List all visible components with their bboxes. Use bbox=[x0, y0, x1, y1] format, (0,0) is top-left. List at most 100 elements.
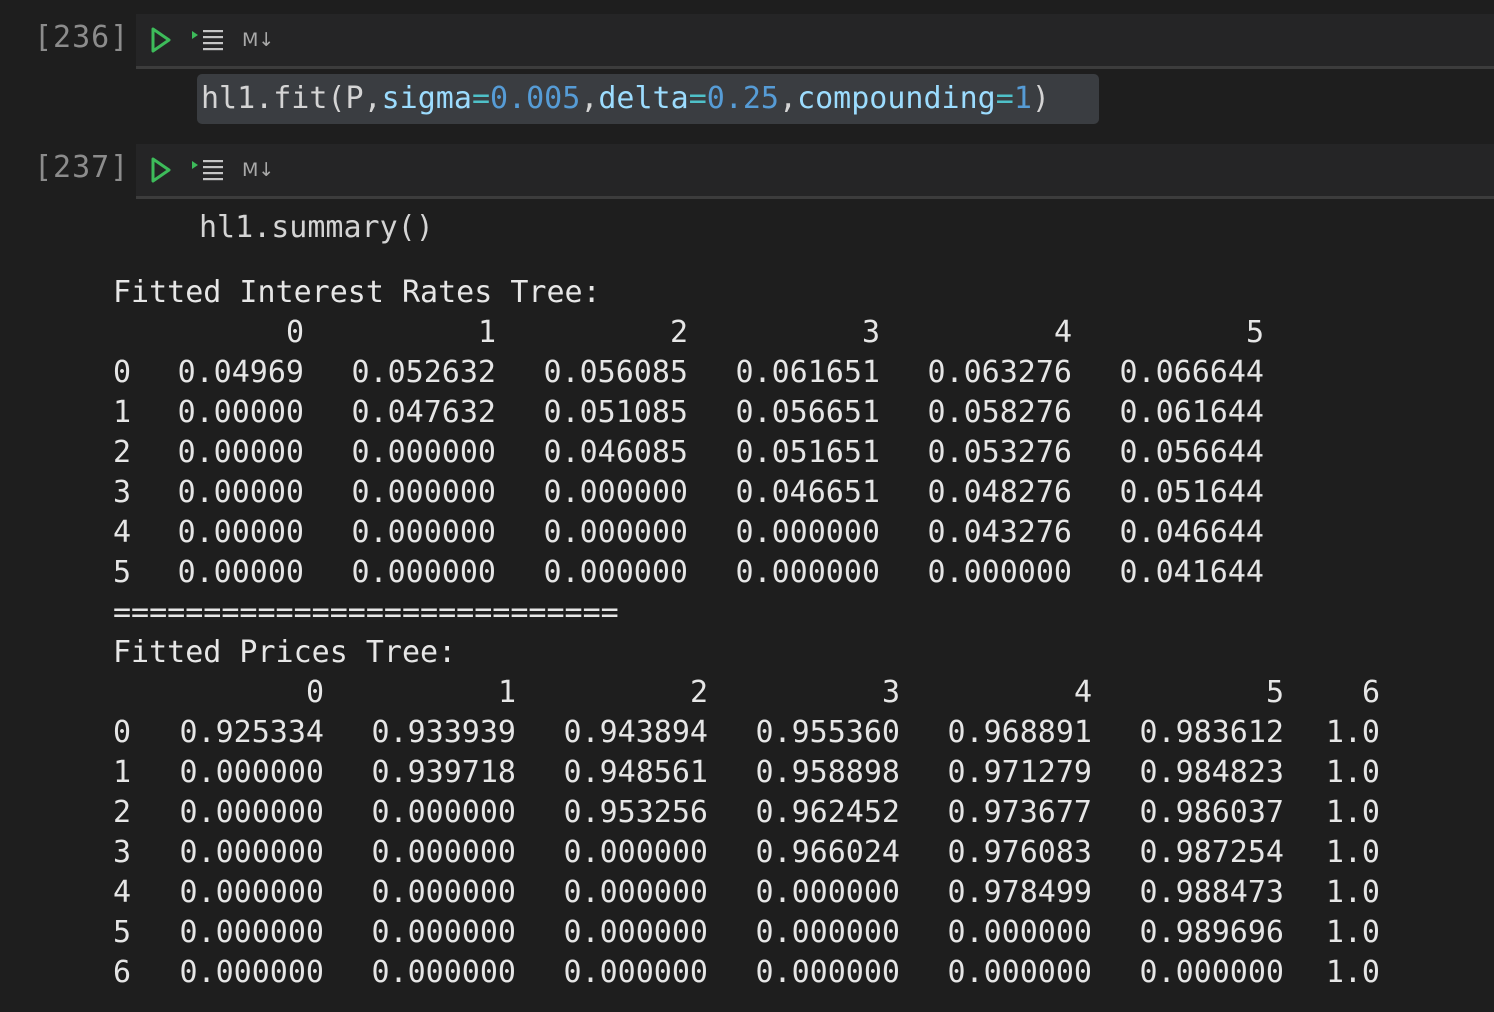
table-cell: 0.000000 bbox=[179, 875, 325, 910]
table-column-header: 1 bbox=[497, 675, 516, 710]
table-cell: 0.000000 bbox=[351, 475, 497, 510]
execute-below-icon[interactable] bbox=[191, 157, 225, 183]
table-cell: 0.048276 bbox=[927, 475, 1073, 510]
table-cell: 0.939718 bbox=[371, 755, 517, 790]
table-cell: 0.046644 bbox=[1119, 515, 1265, 550]
table-row-index: 1 bbox=[113, 755, 132, 790]
code-close-paren: ) bbox=[1031, 81, 1050, 116]
table-column-header: 3 bbox=[861, 315, 880, 350]
table-cell: 0.051085 bbox=[543, 395, 689, 430]
code-value-compounding: 1 bbox=[1013, 81, 1032, 116]
code-param-sigma: sigma bbox=[381, 81, 472, 116]
cell-toolbar bbox=[136, 14, 1494, 68]
table-cell: 0.00000 bbox=[177, 555, 304, 590]
table-row-index: 4 bbox=[113, 515, 132, 550]
code-arg: P bbox=[345, 81, 364, 116]
table-cell: 0.948561 bbox=[563, 755, 709, 790]
table-cell: 1.0 bbox=[1325, 715, 1380, 750]
table-cell: 0.955360 bbox=[755, 715, 901, 750]
table-row-index: 0 bbox=[113, 355, 132, 390]
table-row-index: 1 bbox=[113, 395, 132, 430]
prices-tree-title: Fitted Prices Tree: bbox=[113, 635, 457, 670]
table-column-header: 6 bbox=[1361, 675, 1380, 710]
code-param-compounding: compounding bbox=[797, 81, 996, 116]
table-cell: 0.000000 bbox=[947, 955, 1093, 990]
table-cell: 0.00000 bbox=[177, 515, 304, 550]
table-cell: 0.000000 bbox=[371, 835, 517, 870]
table-column-header: 3 bbox=[881, 675, 900, 710]
code-equals: = bbox=[471, 81, 490, 116]
table-column-header: 5 bbox=[1245, 315, 1264, 350]
table-cell: 0.04969 bbox=[177, 355, 304, 390]
execute-below-icon[interactable] bbox=[191, 27, 225, 53]
table-cell: 0.000000 bbox=[179, 955, 325, 990]
table-cell: 0.061651 bbox=[735, 355, 881, 390]
table-cell: 0.000000 bbox=[755, 875, 901, 910]
table-cell: 0.000000 bbox=[563, 915, 709, 950]
cell-divider bbox=[136, 196, 1494, 199]
table-cell: 0.041644 bbox=[1119, 555, 1265, 590]
code-editor[interactable]: hl1.fit(P,sigma=0.005,delta=0.25,compoun… bbox=[197, 74, 1099, 124]
table-cell: 0.000000 bbox=[179, 915, 325, 950]
table-cell: 0.000000 bbox=[1139, 955, 1285, 990]
table-cell: 0.00000 bbox=[177, 475, 304, 510]
table-cell: 0.043276 bbox=[927, 515, 1073, 550]
table-row-index: 0 bbox=[113, 715, 132, 750]
table-cell: 1.0 bbox=[1325, 835, 1380, 870]
table-cell: 0.056644 bbox=[1119, 435, 1265, 470]
code-comma: , bbox=[580, 81, 599, 116]
table-cell: 0.000000 bbox=[735, 515, 881, 550]
table-cell: 0.000000 bbox=[371, 875, 517, 910]
table-column-header: 1 bbox=[477, 315, 496, 350]
table-cell: 0.000000 bbox=[755, 955, 901, 990]
run-cell-icon[interactable] bbox=[150, 157, 172, 183]
table-cell: 0.000000 bbox=[179, 835, 325, 870]
table-cell: 0.000000 bbox=[927, 555, 1073, 590]
table-cell: 0.953256 bbox=[563, 795, 709, 830]
table-row-index: 4 bbox=[113, 875, 132, 910]
table-cell: 0.958898 bbox=[755, 755, 901, 790]
table-cell: 1.0 bbox=[1325, 955, 1380, 990]
table-cell: 0.000000 bbox=[371, 915, 517, 950]
code-equals: = bbox=[688, 81, 707, 116]
table-cell: 0.056085 bbox=[543, 355, 689, 390]
table-cell: 0.983612 bbox=[1139, 715, 1285, 750]
separator: ============================ bbox=[113, 595, 619, 630]
toggle-markdown-button[interactable]: M↓ bbox=[242, 159, 274, 181]
table-cell: 0.063276 bbox=[927, 355, 1073, 390]
table-cell: 0.053276 bbox=[927, 435, 1073, 470]
table-cell: 0.052632 bbox=[351, 355, 497, 390]
code-editor[interactable]: hl1.summary() bbox=[199, 210, 434, 245]
table-cell: 0.988473 bbox=[1139, 875, 1285, 910]
table-cell: 0.966024 bbox=[755, 835, 901, 870]
table-cell: 0.047632 bbox=[351, 395, 497, 430]
table-column-header: 2 bbox=[669, 315, 688, 350]
table-cell: 0.925334 bbox=[179, 715, 325, 750]
code-value-sigma: 0.005 bbox=[490, 81, 581, 116]
table-row-index: 5 bbox=[113, 555, 132, 590]
table-cell: 0.000000 bbox=[351, 515, 497, 550]
table-row-index: 5 bbox=[113, 915, 132, 950]
toggle-markdown-button[interactable]: M↓ bbox=[242, 29, 274, 51]
table-row-index: 3 bbox=[113, 835, 132, 870]
table-row-index: 2 bbox=[113, 435, 132, 470]
table-column-header: 0 bbox=[285, 315, 304, 350]
table-row-index: 2 bbox=[113, 795, 132, 830]
cell-divider bbox=[136, 66, 1494, 69]
table-cell: 0.056651 bbox=[735, 395, 881, 430]
table-cell: 0.000000 bbox=[563, 835, 709, 870]
table-row-index: 3 bbox=[113, 475, 132, 510]
notebook-cell-236[interactable]: [236] M↓ hl1.fit(P,sigma=0.005,delta=0.2… bbox=[0, 0, 1494, 130]
table-column-header: 4 bbox=[1053, 315, 1072, 350]
execution-count: [237] bbox=[34, 150, 130, 185]
table-row-index: 6 bbox=[113, 955, 132, 990]
table-cell: 0.000000 bbox=[371, 795, 517, 830]
run-cell-icon[interactable] bbox=[150, 27, 172, 53]
table-cell: 1.0 bbox=[1325, 875, 1380, 910]
table-cell: 0.000000 bbox=[755, 915, 901, 950]
code-comma: , bbox=[363, 81, 382, 116]
code-value-delta: 0.25 bbox=[706, 81, 779, 116]
code-param-delta: delta bbox=[598, 81, 689, 116]
table-cell: 0.000000 bbox=[563, 955, 709, 990]
table-cell: 0.984823 bbox=[1139, 755, 1285, 790]
